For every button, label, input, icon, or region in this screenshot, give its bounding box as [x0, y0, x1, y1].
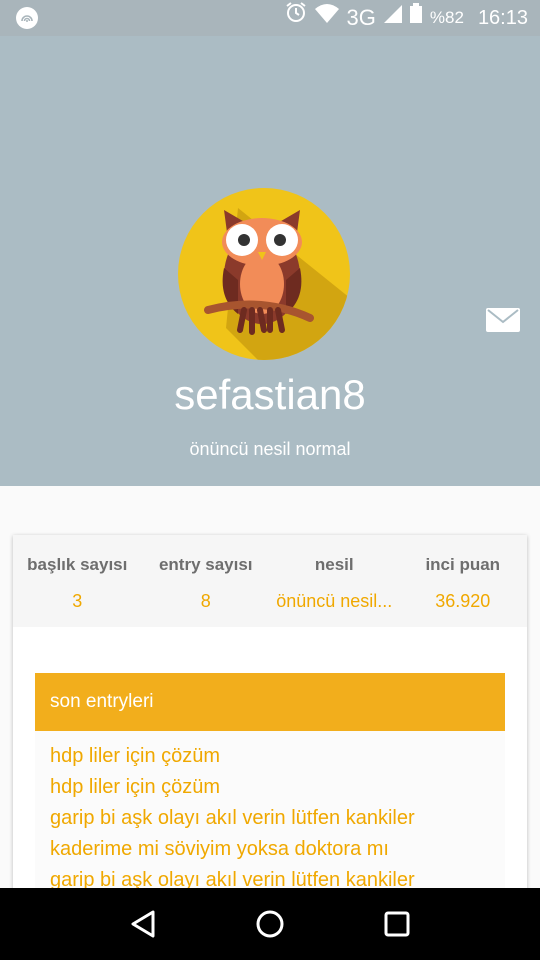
stat-value: 3 [72, 591, 83, 611]
stat-label: inci puan [425, 555, 501, 574]
profile-username: sefastian8 [174, 371, 366, 418]
profile-generation: önüncü nesil normal [189, 439, 351, 459]
stat-value: önüncü nesil... [276, 591, 393, 611]
home-icon[interactable] [250, 904, 290, 944]
entry-link[interactable]: hdp liler için çözüm [50, 741, 505, 772]
recent-entries-header: son entryleri [35, 673, 505, 731]
recent-entries-list: hdp liler için çözüm hdp liler için çözü… [35, 731, 505, 896]
entry-link[interactable]: kaderime mi söviyim yoksa doktora mı [50, 834, 505, 865]
stat-generation[interactable]: nesil önüncü nesil... [270, 535, 399, 627]
signal-icon [383, 0, 402, 36]
back-icon[interactable] [123, 904, 163, 944]
battery-level: %82 [429, 8, 464, 27]
system-nav-bar [0, 888, 540, 960]
profile-header: sefastian8 önüncü nesil normal [0, 36, 540, 486]
app-notification-icon [16, 7, 38, 29]
mail-icon[interactable] [486, 306, 520, 334]
stat-label: nesil [314, 555, 354, 574]
battery-icon [409, 0, 422, 36]
wifi-icon [314, 0, 339, 36]
network-type: 3G [346, 5, 376, 30]
stat-topic-count[interactable]: başlık sayısı 3 [13, 535, 142, 627]
recents-icon[interactable] [377, 904, 417, 944]
recent-entries-section: son entryleri hdp liler için çözüm hdp l… [35, 673, 505, 896]
stat-label: başlık sayısı [27, 555, 128, 574]
stat-entry-count[interactable]: entry sayısı 8 [142, 535, 271, 627]
stat-value: 36.920 [435, 591, 491, 611]
clock: 16:13 [477, 7, 528, 29]
alarm-icon [285, 0, 307, 36]
stat-label: entry sayısı [158, 555, 253, 574]
profile-card: başlık sayısı 3 entry sayısı 8 nesil önü… [13, 535, 527, 896]
stats-row: başlık sayısı 3 entry sayısı 8 nesil önü… [13, 535, 527, 627]
stat-value: 8 [200, 591, 211, 611]
owl-avatar[interactable] [178, 188, 350, 360]
stat-inci-points[interactable]: inci puan 36.920 [399, 535, 528, 627]
status-bar: 3G %82 16:13 [0, 0, 540, 36]
entry-link[interactable]: garip bi aşk olayı akıl verin lütfen kan… [50, 803, 505, 834]
entry-link[interactable]: hdp liler için çözüm [50, 772, 505, 803]
